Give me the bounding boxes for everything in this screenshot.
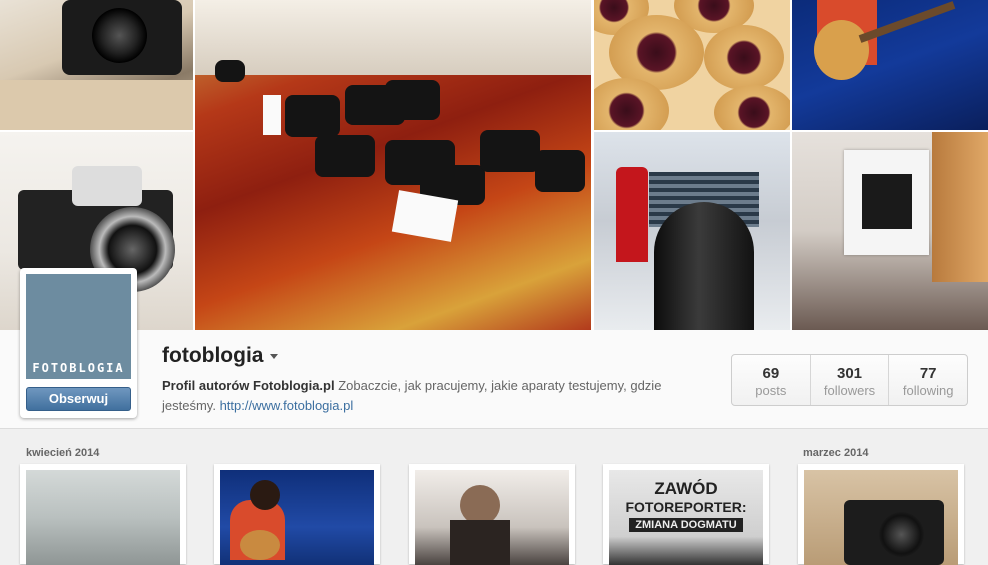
- cover-photo-telephoto-lens[interactable]: [594, 132, 790, 330]
- stat-followers-value: 301: [836, 365, 863, 382]
- month-label: kwiecień 2014: [26, 447, 100, 459]
- cover-photo-guitarist[interactable]: [792, 0, 988, 130]
- poster-line-1: ZAWÓD: [654, 479, 718, 498]
- stat-following[interactable]: 77 following: [888, 355, 967, 405]
- feed-photo-image: [415, 470, 569, 565]
- profile-bio: Profil autorów Fotoblogia.pl Zobaczcie, …: [162, 376, 702, 416]
- poster-text: ZAWÓD FOTOREPORTER: ZMIANA DOGMATU: [609, 480, 763, 534]
- stat-posts-label: posts: [755, 383, 787, 398]
- avatar[interactable]: FOTOBLOGIA: [26, 274, 131, 379]
- profile-avatar-card: FOTOBLOGIA Obserwuj: [20, 268, 137, 418]
- stat-following-value: 77: [919, 365, 937, 382]
- stat-following-label: following: [902, 383, 954, 398]
- profile-username: fotoblogia: [162, 344, 264, 367]
- cover-mosaic: [0, 0, 988, 330]
- cover-photo-camera-table[interactable]: [195, 0, 591, 330]
- stat-followers[interactable]: 301 followers: [809, 355, 889, 405]
- month-label: marzec 2014: [803, 447, 869, 459]
- feed-photo-image: [804, 470, 958, 565]
- stat-followers-label: followers: [823, 383, 876, 398]
- bio-title: Profil autorów Fotoblogia.pl: [162, 378, 335, 393]
- feed-photo-image: [26, 470, 180, 565]
- avatar-logo-text: FOTOBLOGIA: [32, 361, 125, 375]
- cover-photo-exhibition[interactable]: [792, 132, 988, 330]
- feed-photo[interactable]: ZAWÓD FOTOREPORTER: ZMIANA DOGMATU: [603, 464, 769, 565]
- profile-stats: 69 posts 301 followers 77 following: [731, 354, 968, 406]
- stat-posts-value: 69: [762, 365, 780, 382]
- feed-photo-image: [220, 470, 374, 565]
- poster-line-3: ZMIANA DOGMATU: [629, 518, 743, 532]
- feed-photo-image: ZAWÓD FOTOREPORTER: ZMIANA DOGMATU: [609, 470, 763, 565]
- follow-button[interactable]: Obserwuj: [26, 387, 131, 411]
- cover-photo-cookies[interactable]: [594, 0, 790, 130]
- poster-line-2: FOTOREPORTER:: [625, 499, 747, 515]
- chevron-down-icon[interactable]: [270, 354, 278, 359]
- feed-photo[interactable]: [798, 464, 964, 565]
- feed-photo[interactable]: [214, 464, 380, 565]
- cover-photo-camera-box[interactable]: [0, 0, 193, 130]
- bio-website-link[interactable]: http://www.fotoblogia.pl: [220, 398, 354, 413]
- stat-posts[interactable]: 69 posts: [732, 355, 810, 405]
- feed-photo[interactable]: [20, 464, 186, 565]
- feed-photo[interactable]: [409, 464, 575, 565]
